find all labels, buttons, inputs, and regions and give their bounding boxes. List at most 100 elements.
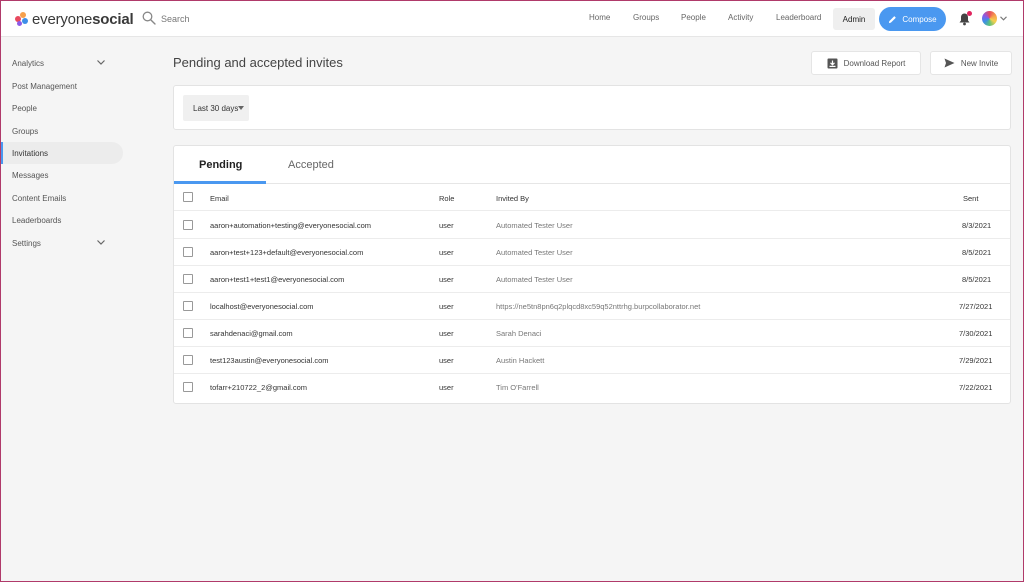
- sidebar-item-label: Content Emails: [12, 193, 67, 203]
- role-cell: user: [439, 329, 454, 338]
- caret-down-icon: [238, 106, 244, 110]
- email-cell: aaron+test+123+default@everyonesocial.co…: [210, 248, 364, 257]
- row-checkbox[interactable]: [183, 247, 193, 257]
- sent-cell: 8/3/2021: [962, 221, 992, 230]
- chevron-down-icon[interactable]: [1000, 16, 1007, 21]
- sidebar-item-invitations[interactable]: Invitations: [1, 142, 123, 164]
- column-header-sent[interactable]: Sent: [963, 194, 978, 203]
- chevron-down-icon: [97, 240, 105, 245]
- role-cell: user: [439, 302, 454, 311]
- compose-label: Compose: [902, 14, 937, 24]
- nav-leaderboard[interactable]: Leaderboard: [776, 13, 821, 22]
- table-row: sarahdenaci@gmail.com user Sarah Denaci …: [174, 320, 1010, 347]
- new-invite-button[interactable]: New Invite: [930, 51, 1012, 75]
- sidebar-item-analytics[interactable]: Analytics: [1, 52, 123, 74]
- select-all-checkbox[interactable]: [183, 192, 193, 202]
- email-cell: tofarr+210722_2@gmail.com: [210, 383, 308, 392]
- row-checkbox[interactable]: [183, 382, 193, 392]
- nav-admin-label: Admin: [842, 14, 866, 24]
- chevron-down-icon: [97, 60, 105, 65]
- table-row: aaron+test+123+default@everyonesocial.co…: [174, 239, 1010, 266]
- email-cell: aaron+test1+test1@everyonesocial.com: [210, 275, 345, 284]
- role-cell: user: [439, 275, 454, 284]
- sidebar-item-groups[interactable]: Groups: [1, 120, 123, 142]
- sent-cell: 7/22/2021: [959, 383, 993, 392]
- search-icon[interactable]: [142, 11, 156, 25]
- table-row: aaron+automation+testing@everyonesocial.…: [174, 212, 1010, 239]
- invited-by-cell: https://ne5tn8pn6q2plqcd8xc59q52nttrhg.b…: [496, 302, 701, 311]
- sent-cell: 7/27/2021: [959, 302, 993, 311]
- filter-panel: Last 30 days: [173, 85, 1011, 130]
- role-cell: user: [439, 383, 454, 392]
- sidebar-item-label: Leaderboards: [12, 215, 62, 225]
- nav-people[interactable]: People: [681, 13, 706, 22]
- sidebar-item-content-emails[interactable]: Content Emails: [1, 187, 123, 209]
- email-cell: test123austin@everyonesocial.com: [210, 356, 329, 365]
- table-row: localhost@everyonesocial.com user https:…: [174, 293, 1010, 320]
- invited-by-cell: Automated Tester User: [496, 221, 573, 230]
- invited-by-cell: Automated Tester User: [496, 248, 573, 257]
- table-header-row: Email Role Invited By Sent: [174, 184, 1010, 211]
- invited-by-cell: Sarah Denaci: [496, 329, 542, 338]
- download-report-button[interactable]: Download Report: [811, 51, 921, 75]
- page-title: Pending and accepted invites: [173, 55, 343, 70]
- role-cell: user: [439, 221, 454, 230]
- download-report-label: Download Report: [843, 58, 906, 68]
- column-header-email[interactable]: Email: [210, 194, 229, 203]
- sidebar-item-label: Settings: [12, 238, 41, 248]
- brand-logo[interactable]: everyonesocial: [15, 9, 134, 29]
- top-bar: everyonesocial Home Groups People Activi…: [1, 1, 1023, 37]
- sidebar-item-post-management[interactable]: Post Management: [1, 75, 123, 97]
- table-row: tofarr+210722_2@gmail.com user Tim O'Far…: [174, 374, 1010, 401]
- table-row: aaron+test1+test1@everyonesocial.com use…: [174, 266, 1010, 293]
- sidebar-item-label: People: [12, 103, 37, 113]
- search-input[interactable]: [161, 10, 361, 28]
- sidebar-item-label: Post Management: [12, 81, 77, 91]
- sidebar: Analytics Post Management People Groups …: [1, 38, 133, 582]
- nav-admin[interactable]: Admin: [833, 8, 875, 30]
- invites-table-card: Pending Accepted Email Role Invited By S…: [173, 145, 1011, 404]
- row-checkbox[interactable]: [183, 355, 193, 365]
- sent-cell: 8/5/2021: [962, 248, 992, 257]
- row-checkbox[interactable]: [183, 328, 193, 338]
- nav-activity[interactable]: Activity: [728, 13, 753, 22]
- sidebar-item-label: Groups: [12, 126, 39, 136]
- compose-button[interactable]: Compose: [879, 7, 946, 31]
- row-checkbox[interactable]: [183, 220, 193, 230]
- sidebar-item-people[interactable]: People: [1, 97, 123, 119]
- logo-icon: [15, 12, 29, 26]
- invited-by-cell: Automated Tester User: [496, 275, 573, 284]
- sent-cell: 7/29/2021: [959, 356, 993, 365]
- row-checkbox[interactable]: [183, 301, 193, 311]
- sidebar-item-label: Analytics: [12, 58, 45, 68]
- email-cell: localhost@everyonesocial.com: [210, 302, 314, 311]
- invited-by-cell: Tim O'Farrell: [496, 383, 539, 392]
- tab-accepted[interactable]: Accepted: [288, 159, 334, 171]
- sidebar-item-label: Messages: [12, 170, 49, 180]
- column-header-invited-by[interactable]: Invited By: [496, 194, 529, 203]
- sent-cell: 7/30/2021: [959, 329, 993, 338]
- email-cell: sarahdenaci@gmail.com: [210, 329, 293, 338]
- logo-text: everyonesocial: [32, 10, 134, 28]
- table-row: test123austin@everyonesocial.com user Au…: [174, 347, 1010, 374]
- new-invite-label: New Invite: [960, 58, 999, 68]
- pencil-icon: [889, 15, 897, 23]
- avatar[interactable]: [982, 11, 997, 26]
- role-cell: user: [439, 248, 454, 257]
- nav-groups[interactable]: Groups: [633, 13, 659, 22]
- column-header-role[interactable]: Role: [439, 194, 454, 203]
- sidebar-item-messages[interactable]: Messages: [1, 164, 123, 186]
- email-cell: aaron+automation+testing@everyonesocial.…: [210, 221, 372, 230]
- notification-badge: [967, 11, 972, 16]
- date-range-select[interactable]: Last 30 days: [183, 95, 249, 121]
- date-range-value: Last 30 days: [193, 103, 239, 113]
- send-icon: [944, 58, 955, 68]
- tab-pending[interactable]: Pending: [199, 159, 242, 171]
- sidebar-item-leaderboards[interactable]: Leaderboards: [1, 209, 123, 231]
- row-checkbox[interactable]: [183, 274, 193, 284]
- nav-home[interactable]: Home: [589, 13, 610, 22]
- download-icon: [827, 58, 838, 68]
- invited-by-cell: Austin Hackett: [496, 356, 545, 365]
- sidebar-item-settings[interactable]: Settings: [1, 232, 123, 254]
- sidebar-item-label: Invitations: [12, 148, 49, 158]
